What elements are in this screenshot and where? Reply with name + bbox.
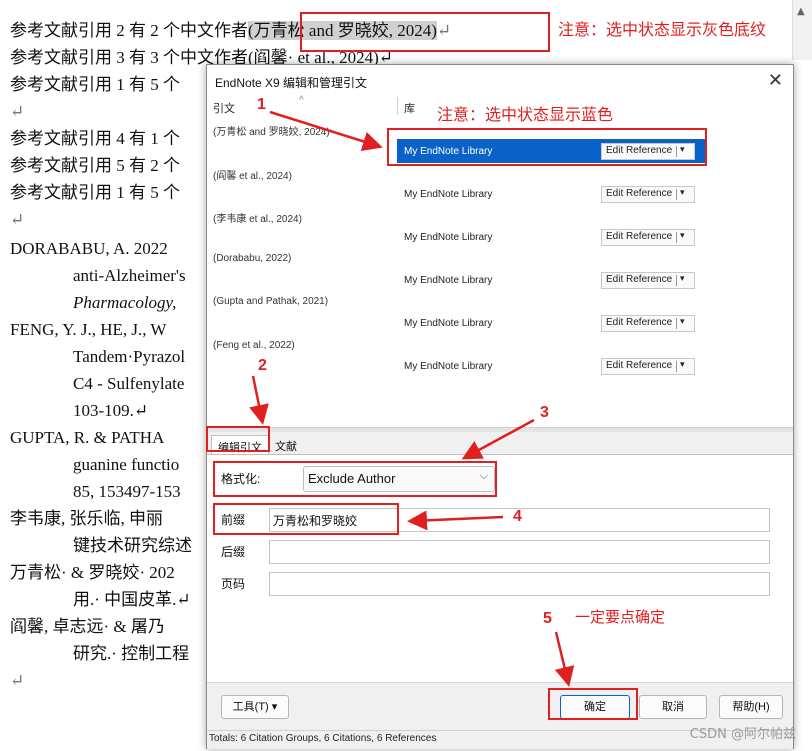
pages-label: 页码 [221,577,246,591]
doc-line-23: 阎馨, 卓志远· & 屠乃 [10,617,165,636]
dropdown-arrow-icon: ▾ [680,144,685,154]
suffix-label: 后缀 [221,545,246,559]
library-name[interactable]: My EndNote Library [404,146,492,157]
doc-line-15: 103-109.↵ [73,401,149,420]
library-name[interactable]: My EndNote Library [404,275,492,286]
edit-reference-button[interactable]: Edit Reference ▾ [601,315,695,332]
tab-edit-citation[interactable]: 编辑引文 [211,435,269,455]
doc-line-10: anti-Alzheimer's [73,266,186,285]
chevron-down-icon: ⌵ [479,470,488,482]
annotation-number-1: 1 [257,96,266,113]
library-name[interactable]: My EndNote Library [404,189,492,200]
doc-line-25: ↵ [10,671,25,690]
citation-item[interactable]: (阎馨 et al., 2024) [213,167,292,182]
doc-line-16: GUPTA, R. & PATHA [10,428,165,447]
dialog-title: EndNote X9 编辑和管理引文 [215,76,368,90]
citation-list: 引文 ^ 库 (万青松 and 罗晓姣, 2024) My EndNote Li… [207,95,793,427]
tab-reference[interactable]: 文献 [269,435,303,455]
tools-button[interactable]: 工具(T) ▾ [221,695,289,719]
column-header-library[interactable]: 库 [404,100,415,116]
annotation-number-5: 5 [543,610,552,627]
close-icon[interactable]: ✕ [768,70,783,90]
doc-line-20: 键技术研究综述 [73,536,192,555]
column-header-citation[interactable]: 引文 [213,100,235,116]
edit-reference-button[interactable]: Edit Reference ▾ [601,229,695,246]
doc-line-22: 用.· 中国皮革.↵ [73,590,191,609]
doc-line-3: 参考文献引用 1 有 5 个 [10,75,180,94]
edit-reference-button[interactable]: Edit Reference ▾ [601,186,695,203]
annotation-note-ok: 一定要点确定 [575,608,666,626]
cancel-button[interactable]: 取消 [639,695,707,719]
doc-line-14: C4 - Sulfenylate [73,374,185,393]
watermark: CSDN @阿尔帕兹 [689,727,796,742]
dropdown-arrow-icon: ▾ [680,273,685,283]
citation-item[interactable]: (李韦康 et al., 2024) [213,210,302,225]
doc-line-13: Tandem·Pyrazol [73,347,186,366]
annotation-number-2: 2 [258,357,267,374]
prefix-label: 前缀 [221,513,246,527]
doc-line-19: 李韦康, 张乐临, 申丽 [10,509,163,528]
doc-line-5: 参考文献引用 4 有 1 个 [10,129,180,148]
doc-line-11: Pharmacology, [73,293,177,312]
doc-line-21: 万青松· & 罗晓姣· 202 [10,563,175,582]
doc-line-1: 参考文献引用 2 有 2 个中文作者(万青松 and 罗晓姣, 2024)↵ [10,21,452,40]
status-text: Totals: 6 Citation Groups, 6 Citations, … [209,733,437,744]
doc-line-7: 参考文献引用 1 有 5 个 [10,183,180,202]
dropdown-arrow-icon: ▾ [271,701,278,713]
suffix-input[interactable] [269,540,770,564]
edit-citation-panel: 格式化: Exclude Author ⌵ 前缀 万青松和罗晓姣 后缀 页码 [207,454,793,683]
edit-reference-button[interactable]: Edit Reference ▾ [601,358,695,375]
doc-line-4: ↵ [10,102,25,121]
dropdown-arrow-icon: ▾ [680,359,685,369]
sort-up-icon: ^ [299,95,304,106]
dropdown-arrow-icon: ▾ [680,316,685,326]
scroll-up-icon[interactable]: ▲ [797,6,807,20]
dialog-titlebar: EndNote X9 编辑和管理引文 ✕ [207,65,793,97]
format-select[interactable]: Exclude Author ⌵ [303,466,495,492]
pages-input[interactable] [269,572,770,596]
library-name[interactable]: My EndNote Library [404,361,492,372]
annotation-number-3: 3 [540,404,549,421]
dropdown-arrow-icon: ▾ [680,230,685,240]
endnote-dialog: EndNote X9 编辑和管理引文 ✕ 引文 ^ 库 (万青松 and 罗晓姣… [206,64,794,749]
edit-reference-button[interactable]: Edit Reference ▾ [601,143,695,160]
citation-item[interactable]: (Dorababu, 2022) [213,253,291,264]
doc-line-17: guanine functio [73,455,180,474]
doc-line-9: DORABABU, A. 2022 [10,239,168,258]
selected-citation: (万青松 and 罗晓姣, 2024) [248,21,437,40]
doc-line-8: ↵ [10,210,25,229]
doc-line-12: FENG, Y. J., HE, J., W [10,320,167,339]
library-name[interactable]: My EndNote Library [404,318,492,329]
column-divider[interactable] [397,97,398,115]
dropdown-arrow-icon: ▾ [680,187,685,197]
citation-item[interactable]: (Feng et al., 2022) [213,340,295,351]
citation-item[interactable]: (Gupta and Pathak, 2021) [213,296,328,307]
doc-line-6: 参考文献引用 5 有 2 个 [10,156,180,175]
doc-line-18: 85, 153497-153 [73,482,181,501]
citation-item[interactable]: (万青松 and 罗晓姣, 2024) [213,123,330,138]
library-name[interactable]: My EndNote Library [404,232,492,243]
doc-line-24: 研究.· 控制工程 [73,644,190,663]
annotation-number-4: 4 [513,508,522,525]
annotation-note-blue: 注意：选中状态显示蓝色 [437,105,614,124]
format-label: 格式化: [221,472,261,486]
tab-bar: 编辑引文 文献 [207,431,793,455]
edit-reference-button[interactable]: Edit Reference ▾ [601,272,695,289]
help-button[interactable]: 帮助(H) [719,695,783,719]
ok-button[interactable]: 确定 [560,695,630,719]
annotation-note-gray: 注意：选中状态显示灰色底纹 [558,20,767,39]
